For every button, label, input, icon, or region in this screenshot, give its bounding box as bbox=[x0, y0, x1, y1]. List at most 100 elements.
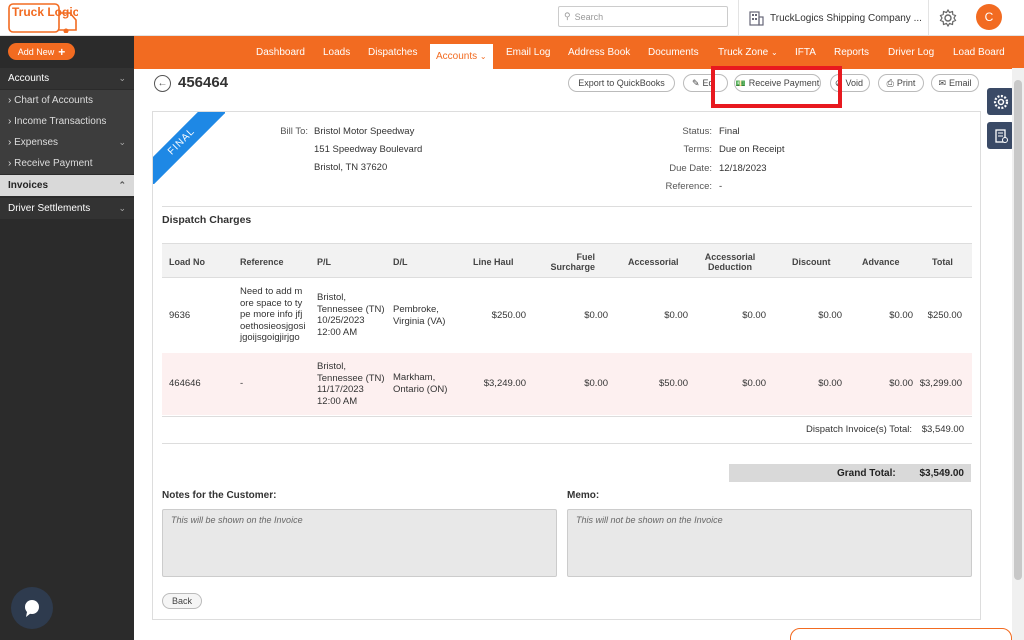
divider bbox=[162, 416, 972, 417]
main-nav: Dashboard Loads Dispatches Accounts ⌄ Em… bbox=[134, 36, 1024, 69]
dl-line: Ontario (ON) bbox=[393, 383, 448, 395]
cell-reference: - bbox=[240, 378, 244, 389]
nav-ifta[interactable]: IFTA bbox=[795, 36, 816, 69]
document-settings-icon[interactable] bbox=[987, 122, 1014, 149]
final-ribbon-label: FINAL bbox=[153, 112, 225, 184]
chat-bubble-icon bbox=[25, 600, 39, 617]
col-accessorial: Accessorial bbox=[628, 257, 679, 267]
nav-email-log[interactable]: Email Log bbox=[506, 36, 550, 69]
back-button[interactable]: Back bbox=[162, 593, 202, 609]
cell-advance: $0.00 bbox=[889, 378, 913, 389]
cell-accessorial: $0.00 bbox=[664, 310, 688, 321]
nav-dispatches[interactable]: Dispatches bbox=[368, 36, 417, 69]
nav-truck-zone-label: Truck Zone bbox=[718, 47, 769, 58]
col-advance: Advance bbox=[862, 257, 900, 267]
bill-to-city: Bristol, TN 37620 bbox=[314, 162, 388, 173]
ref-line: Need to add m bbox=[240, 286, 303, 297]
nav-accounts[interactable]: Accounts ⌄ bbox=[430, 44, 493, 69]
search-input[interactable] bbox=[574, 11, 715, 22]
pl-line: 12:00 AM bbox=[317, 326, 358, 338]
col-dl: D/L bbox=[393, 257, 408, 267]
email-label: Email bbox=[949, 78, 972, 88]
terms-value: Due on Receipt bbox=[719, 144, 785, 155]
sidebar-item-income-transactions[interactable]: › Income Transactions bbox=[0, 111, 134, 132]
memo-textarea[interactable] bbox=[567, 509, 972, 577]
back-arrow-icon[interactable]: ← bbox=[154, 75, 171, 92]
sidebar-accounts-label: Accounts bbox=[8, 73, 50, 84]
company-selector[interactable]: TruckLogics Shipping Company ... bbox=[748, 8, 928, 28]
nav-documents[interactable]: Documents bbox=[648, 36, 699, 69]
table-row: 9636 Need to add m ore space to ty pe mo… bbox=[162, 278, 972, 353]
divider bbox=[928, 0, 929, 36]
chevron-down-icon: ⌄ bbox=[118, 203, 126, 213]
nav-driver-log[interactable]: Driver Log bbox=[888, 36, 934, 69]
nav-dashboard[interactable]: Dashboard bbox=[256, 36, 305, 69]
truck-logics-logo[interactable]: Truck Logics bbox=[8, 3, 86, 34]
sidebar-driver-settlements-label: Driver Settlements bbox=[8, 203, 91, 214]
chat-widget[interactable] bbox=[11, 587, 53, 629]
divider bbox=[738, 0, 739, 36]
nav-address-book[interactable]: Address Book bbox=[568, 36, 630, 69]
user-avatar[interactable]: C bbox=[976, 4, 1002, 30]
cell-pl: Bristol, Tennessee (TN) 10/25/2023 12:00… bbox=[317, 292, 385, 338]
grand-total-value: $3,549.00 bbox=[919, 468, 965, 479]
search-icon: ⚲ bbox=[564, 11, 571, 21]
cell-pl: Bristol, Tennessee (TN) 11/17/2023 12:00… bbox=[317, 361, 385, 407]
bottom-panel-tab[interactable] bbox=[790, 628, 1012, 640]
ref-line: ore space to ty bbox=[240, 297, 303, 309]
cell-total: $3,299.00 bbox=[919, 378, 962, 389]
notes-textarea[interactable] bbox=[162, 509, 557, 577]
divider bbox=[162, 443, 972, 444]
search-box[interactable]: ⚲ bbox=[558, 6, 728, 27]
dl-line: Virginia (VA) bbox=[393, 315, 446, 327]
cell-fuel: $0.00 bbox=[584, 310, 608, 321]
export-quickbooks-button[interactable]: Export to QuickBooks bbox=[568, 74, 675, 92]
cell-load-no[interactable]: 464646 bbox=[169, 378, 201, 390]
sidebar-item-receive-payment[interactable]: › Receive Payment bbox=[0, 153, 134, 174]
scrollbar-thumb[interactable] bbox=[1014, 80, 1022, 580]
cell-fuel: $0.00 bbox=[584, 378, 608, 389]
nav-reports[interactable]: Reports bbox=[834, 36, 869, 69]
company-name: TruckLogics Shipping Company ... bbox=[770, 12, 922, 24]
ref-line: oethosieosjgosi bbox=[240, 320, 306, 332]
cell-acc-ded: $0.00 bbox=[742, 378, 766, 389]
plus-icon: + bbox=[58, 44, 66, 59]
bill-to-label: Bill To: bbox=[280, 126, 308, 137]
sidebar-item-chart-of-accounts[interactable]: › Chart of Accounts bbox=[0, 90, 134, 111]
email-button[interactable]: ✉ Email bbox=[931, 74, 979, 92]
void-label: Void bbox=[845, 78, 863, 88]
nav-truck-zone[interactable]: Truck Zone ⌄ bbox=[718, 36, 778, 69]
reference-value: - bbox=[719, 181, 723, 192]
col-accessorial-deduction: Accessorial Deduction bbox=[697, 252, 763, 272]
sidebar-item-expenses[interactable]: › Expenses ⌄ bbox=[0, 132, 134, 153]
memo-label: Memo: bbox=[567, 490, 600, 501]
cell-advance: $0.00 bbox=[889, 310, 913, 321]
chevron-down-icon: ⌄ bbox=[118, 73, 126, 83]
dispatch-total-value: $3,549.00 bbox=[921, 424, 964, 435]
chevron-down-icon: ⌄ bbox=[770, 48, 778, 57]
dispatch-total-label: Dispatch Invoice(s) Total: bbox=[806, 424, 912, 435]
add-new-label: Add New bbox=[17, 46, 55, 57]
bill-to-street: 151 Speedway Boulevard bbox=[314, 144, 423, 155]
print-button[interactable]: ⎙ Print bbox=[878, 74, 924, 92]
notes-label: Notes for the Customer: bbox=[162, 490, 277, 501]
pl-line: 12:00 AM bbox=[317, 395, 358, 407]
sidebar-invoices[interactable]: Invoices ⌃ bbox=[0, 175, 134, 196]
nav-load-board[interactable]: Load Board bbox=[953, 36, 1005, 69]
sidebar-accounts[interactable]: Accounts ⌄ bbox=[0, 68, 134, 89]
printer-icon: ⎙ bbox=[886, 77, 894, 88]
sidebar-invoices-label: Invoices bbox=[8, 180, 49, 191]
svg-text:Truck Logics: Truck Logics bbox=[12, 5, 78, 19]
cell-accessorial: $50.00 bbox=[658, 378, 688, 389]
settings-float-gear-icon[interactable] bbox=[987, 88, 1014, 115]
cell-load-no[interactable]: 9636 bbox=[169, 310, 190, 322]
settings-gear-icon[interactable] bbox=[938, 8, 958, 28]
pl-line: Tennessee (TN) bbox=[317, 303, 385, 315]
dl-line: Markham, bbox=[393, 372, 436, 383]
add-new-button[interactable]: Add New + bbox=[8, 43, 75, 60]
nav-loads[interactable]: Loads bbox=[323, 36, 350, 69]
edit-icon: ✎ bbox=[692, 77, 700, 88]
cell-reference: Need to add m ore space to ty pe more in… bbox=[240, 286, 308, 344]
cell-line-haul: $3,249.00 bbox=[483, 378, 526, 389]
sidebar-driver-settlements[interactable]: Driver Settlements ⌄ bbox=[0, 198, 134, 219]
